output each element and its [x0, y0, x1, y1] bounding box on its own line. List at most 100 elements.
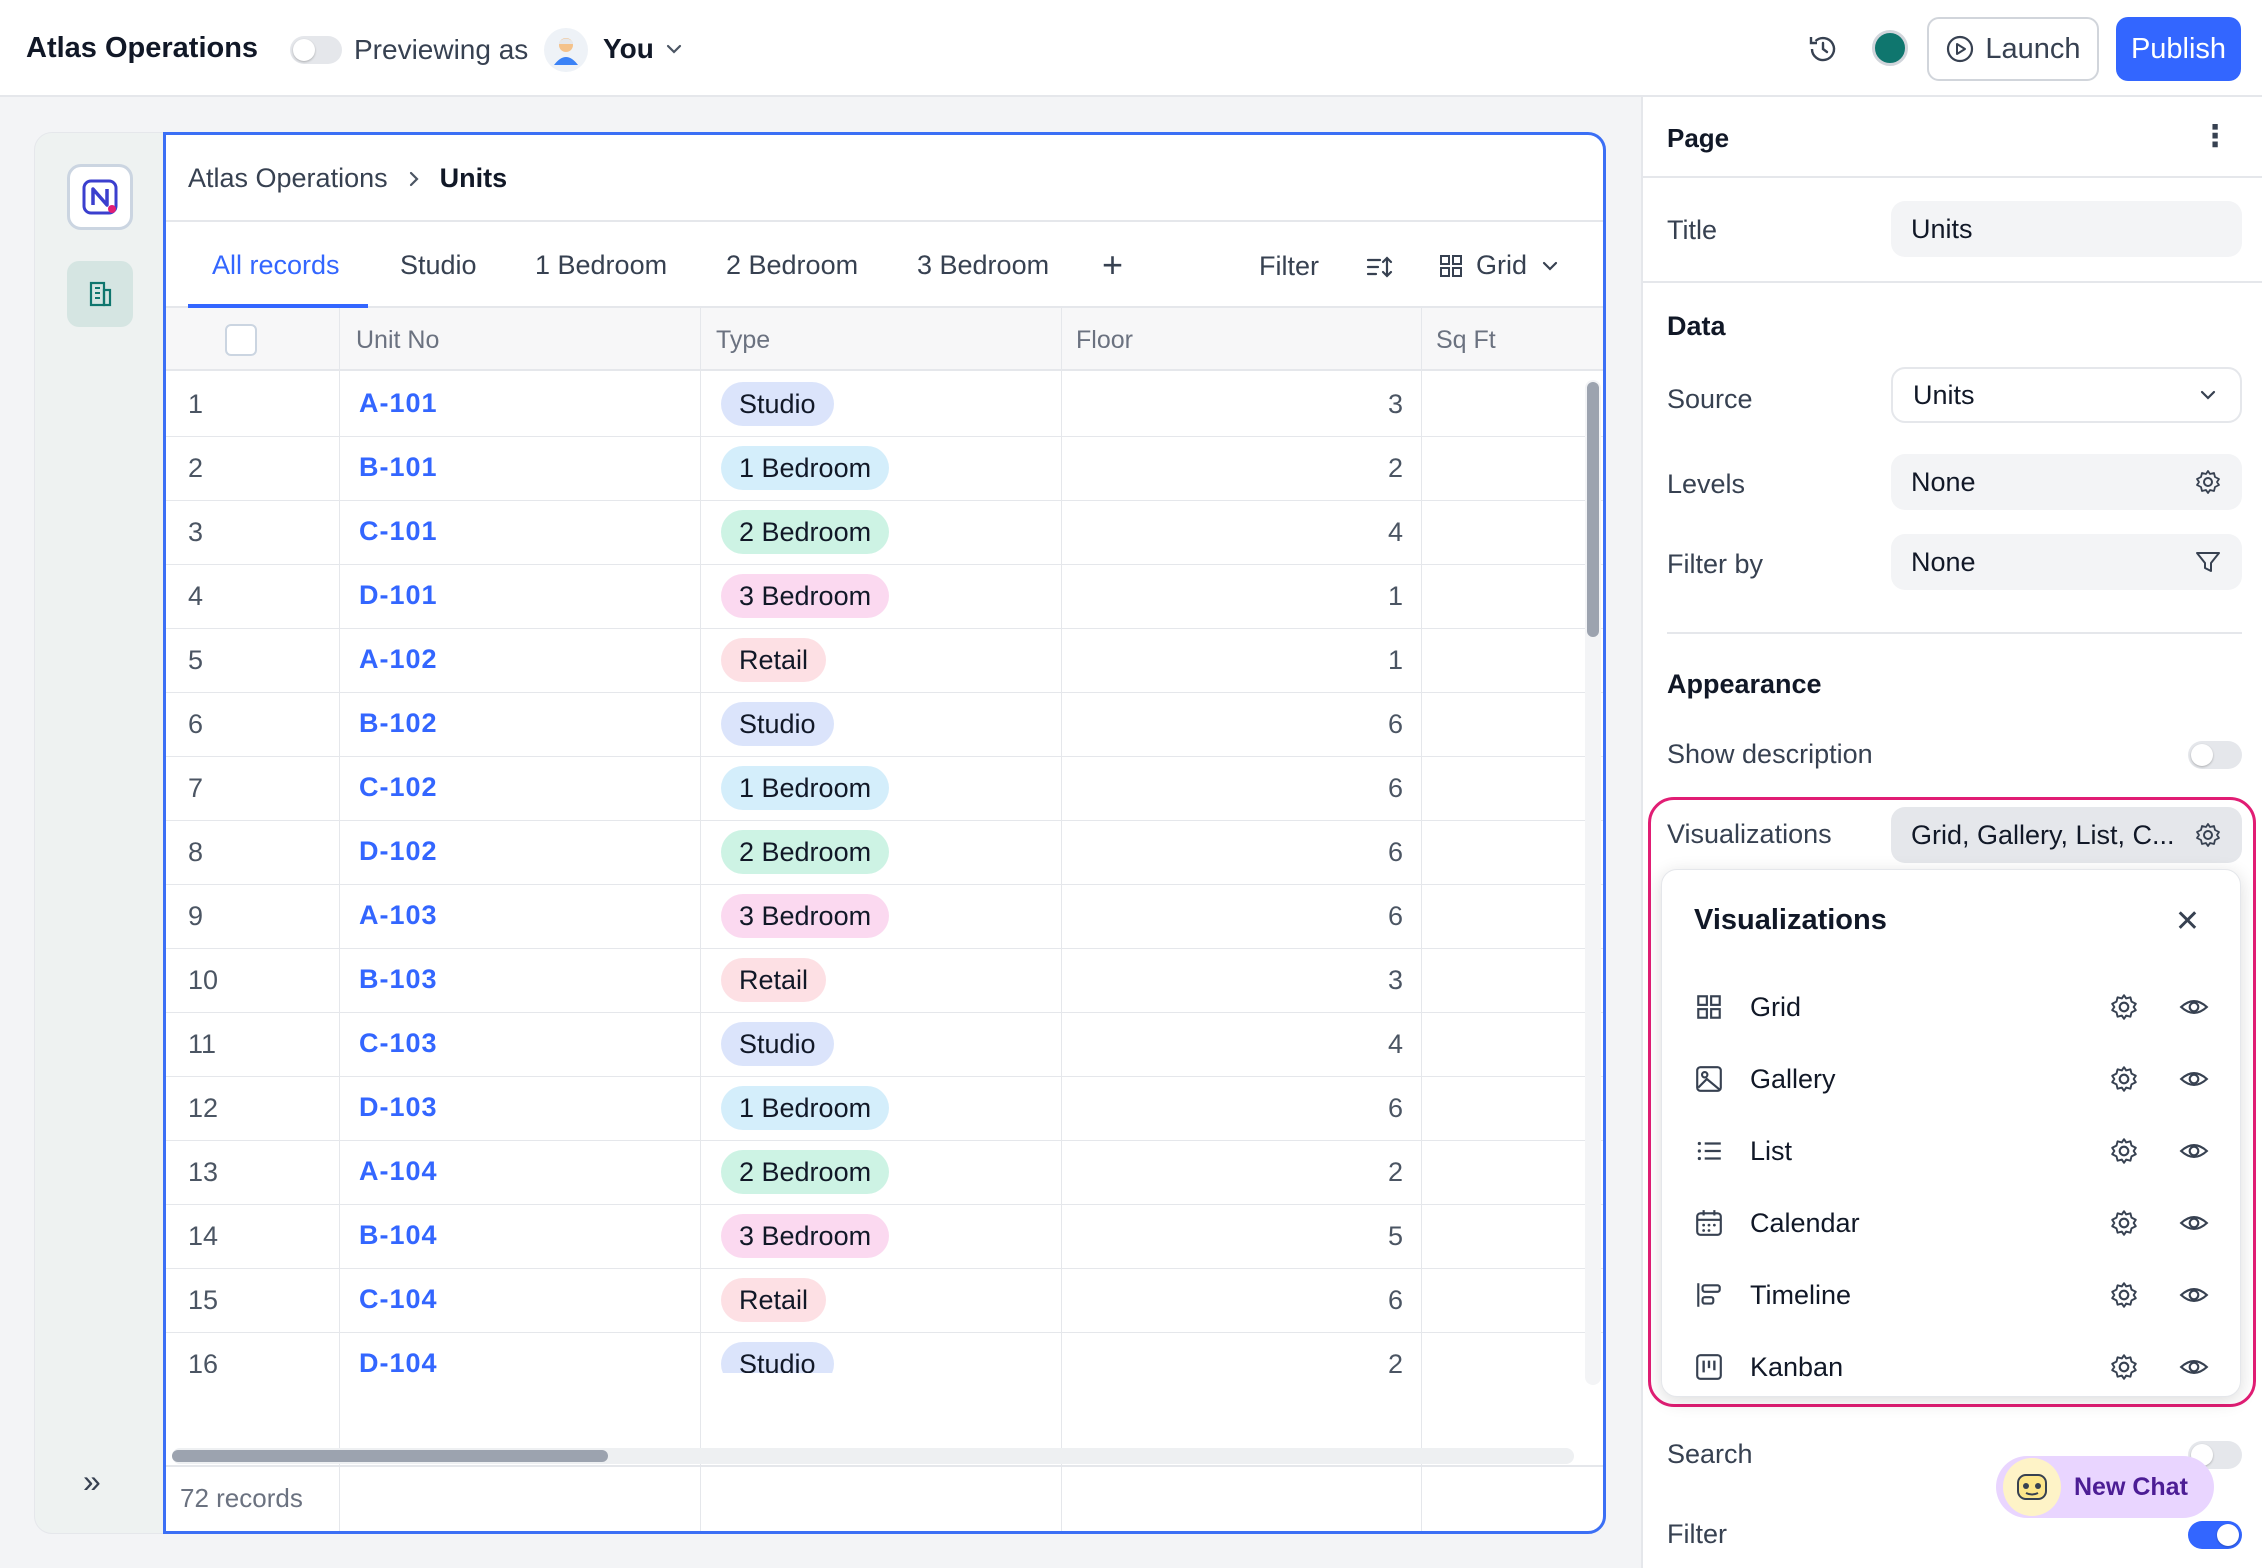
unit-no-cell[interactable]: C-103	[359, 1028, 438, 1059]
visualization-item-kanban[interactable]: Kanban	[1662, 1332, 2240, 1404]
floor-cell[interactable]: 6	[1388, 837, 1403, 868]
unit-no-cell[interactable]: D-103	[359, 1092, 438, 1123]
table-row[interactable]: 6 B-102 Studio 6	[166, 693, 1603, 757]
table-row[interactable]: 10 B-103 Retail 3	[166, 949, 1603, 1013]
sidebar-item-units[interactable]	[67, 261, 133, 327]
unit-no-cell[interactable]: B-102	[359, 708, 438, 739]
table-row[interactable]: 13 A-104 2 Bedroom 2	[166, 1141, 1603, 1205]
view-switcher[interactable]: Grid	[1438, 250, 1561, 281]
unit-no-cell[interactable]: A-102	[359, 644, 438, 675]
vertical-scroll-thumb[interactable]	[1587, 382, 1599, 637]
user-avatar[interactable]	[544, 28, 588, 72]
table-row[interactable]: 7 C-102 1 Bedroom 6	[166, 757, 1603, 821]
table-row[interactable]: 5 A-102 Retail 1	[166, 629, 1603, 693]
gear-icon[interactable]	[2109, 1208, 2139, 1238]
floor-cell[interactable]: 1	[1388, 581, 1403, 612]
gear-icon[interactable]	[2109, 1064, 2139, 1094]
unit-no-cell[interactable]: A-101	[359, 388, 438, 419]
table-row[interactable]: 3 C-101 2 Bedroom 4	[166, 501, 1603, 565]
breadcrumb-base[interactable]: Atlas Operations	[188, 163, 388, 194]
tab-1-bedroom[interactable]: 1 Bedroom	[535, 250, 667, 281]
launch-button[interactable]: Launch	[1927, 17, 2099, 81]
kebab-menu-icon[interactable]: ⋮	[2200, 119, 2230, 154]
table-row[interactable]: 12 D-103 1 Bedroom 6	[166, 1077, 1603, 1141]
unit-no-cell[interactable]: A-104	[359, 1156, 438, 1187]
unit-no-cell[interactable]: C-102	[359, 772, 438, 803]
floor-cell[interactable]: 3	[1388, 965, 1403, 996]
select-all-checkbox[interactable]	[225, 324, 257, 356]
filter-toggle[interactable]	[2188, 1521, 2242, 1549]
filter-by-field[interactable]: None	[1891, 534, 2242, 590]
table-row[interactable]: 14 B-104 3 Bedroom 5	[166, 1205, 1603, 1269]
unit-no-cell[interactable]: C-101	[359, 516, 438, 547]
floor-cell[interactable]: 3	[1388, 389, 1403, 420]
eye-icon[interactable]	[2179, 1064, 2209, 1094]
tab-studio[interactable]: Studio	[400, 250, 477, 281]
column-header-unit-no[interactable]: Unit No	[356, 326, 439, 355]
unit-no-cell[interactable]: D-102	[359, 836, 438, 867]
title-input[interactable]: Units	[1891, 201, 2242, 257]
gear-icon[interactable]	[2109, 1352, 2139, 1382]
column-header-sq-ft[interactable]: Sq Ft	[1436, 326, 1496, 355]
floor-cell[interactable]: 6	[1388, 901, 1403, 932]
eye-icon[interactable]	[2179, 1208, 2209, 1238]
publish-button[interactable]: Publish	[2116, 17, 2241, 81]
table-row[interactable]: 4 D-101 3 Bedroom 1	[166, 565, 1603, 629]
gear-icon[interactable]	[2109, 1280, 2139, 1310]
add-tab-icon[interactable]: +	[1102, 244, 1123, 286]
preview-toggle[interactable]	[290, 36, 342, 64]
floor-cell[interactable]: 5	[1388, 1221, 1403, 1252]
eye-icon[interactable]	[2179, 992, 2209, 1022]
floor-cell[interactable]: 6	[1388, 709, 1403, 740]
gear-icon[interactable]	[2194, 468, 2222, 496]
filter-button[interactable]: Filter	[1259, 251, 1319, 282]
tab-3-bedroom[interactable]: 3 Bedroom	[917, 250, 1049, 281]
horizontal-scroll-thumb[interactable]	[172, 1450, 608, 1462]
unit-no-cell[interactable]: D-101	[359, 580, 438, 611]
gear-icon[interactable]	[2109, 992, 2139, 1022]
levels-field[interactable]: None	[1891, 454, 2242, 510]
chevron-down-icon[interactable]	[663, 38, 685, 60]
floor-cell[interactable]: 6	[1388, 1285, 1403, 1316]
unit-no-cell[interactable]: D-104	[359, 1348, 438, 1373]
table-row[interactable]: 11 C-103 Studio 4	[166, 1013, 1603, 1077]
source-select[interactable]: Units	[1891, 367, 2242, 423]
visualization-item-calendar[interactable]: Calendar	[1662, 1188, 2240, 1260]
unit-no-cell[interactable]: A-103	[359, 900, 438, 931]
gear-icon[interactable]	[2109, 1136, 2139, 1166]
user-name[interactable]: You	[603, 33, 654, 65]
status-dot[interactable]	[1872, 30, 1908, 66]
table-row[interactable]: 9 A-103 3 Bedroom 6	[166, 885, 1603, 949]
table-row[interactable]: 15 C-104 Retail 6	[166, 1269, 1603, 1333]
table-row[interactable]: 2 B-101 1 Bedroom 2	[166, 437, 1603, 501]
floor-cell[interactable]: 2	[1388, 1349, 1403, 1373]
show-description-toggle[interactable]	[2188, 741, 2242, 769]
table-row[interactable]: 1 A-101 Studio 3	[166, 373, 1603, 437]
app-logo[interactable]	[67, 164, 133, 230]
floor-cell[interactable]: 1	[1388, 645, 1403, 676]
visualization-item-list[interactable]: List	[1662, 1116, 2240, 1188]
tab-2-bedroom[interactable]: 2 Bedroom	[726, 250, 858, 281]
visualization-item-grid[interactable]: Grid	[1662, 972, 2240, 1044]
visualization-item-timeline[interactable]: Timeline	[1662, 1260, 2240, 1332]
visualizations-field[interactable]: Grid, Gallery, List, C...	[1891, 807, 2242, 863]
floor-cell[interactable]: 4	[1388, 1029, 1403, 1060]
close-icon[interactable]: ✕	[2175, 904, 2200, 939]
funnel-icon[interactable]	[2194, 548, 2222, 576]
vertical-scrollbar[interactable]	[1585, 380, 1601, 1385]
horizontal-scrollbar[interactable]	[172, 1448, 1574, 1464]
unit-no-cell[interactable]: B-103	[359, 964, 438, 995]
table-row[interactable]: 16 D-104 Studio 2	[166, 1333, 1603, 1373]
history-icon[interactable]	[1806, 32, 1840, 66]
eye-icon[interactable]	[2179, 1136, 2209, 1166]
floor-cell[interactable]: 6	[1388, 1093, 1403, 1124]
tab-all-records[interactable]: All records	[212, 250, 340, 281]
eye-icon[interactable]	[2179, 1352, 2209, 1382]
unit-no-cell[interactable]: B-104	[359, 1220, 438, 1251]
floor-cell[interactable]: 2	[1388, 453, 1403, 484]
sort-icon[interactable]	[1364, 252, 1394, 282]
expand-sidebar-icon[interactable]: »	[83, 1463, 101, 1500]
visualization-item-gallery[interactable]: Gallery	[1662, 1044, 2240, 1116]
floor-cell[interactable]: 6	[1388, 773, 1403, 804]
column-header-type[interactable]: Type	[716, 326, 770, 355]
